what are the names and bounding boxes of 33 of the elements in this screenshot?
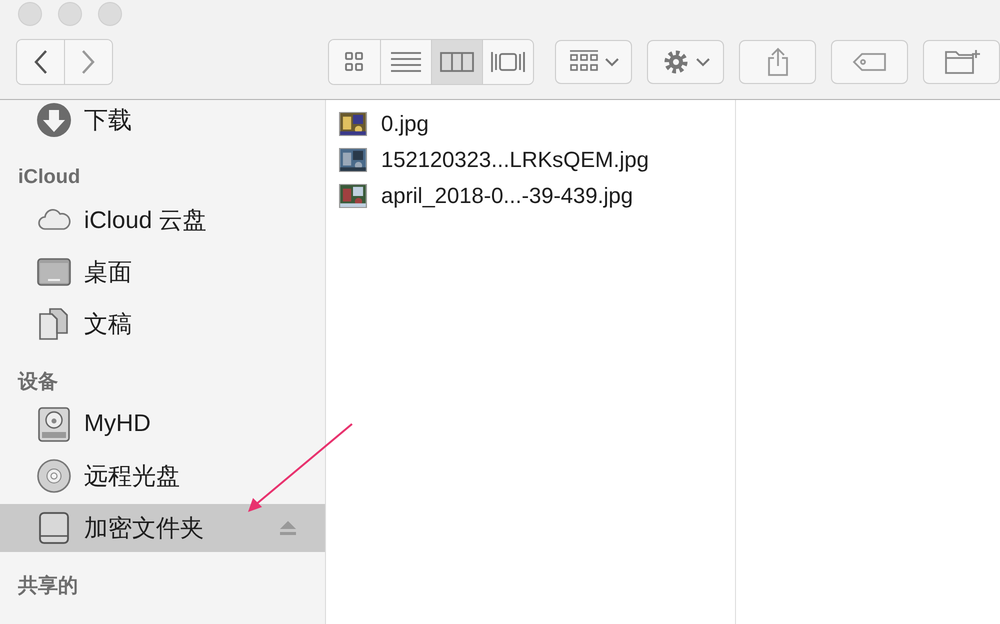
sidebar-item[interactable]: 桌面 [0, 248, 325, 296]
caret-icon [696, 57, 710, 67]
sidebar-item[interactable]: iCloud 云盘 [0, 196, 325, 244]
section-header: 共享的 [17, 574, 79, 598]
disc-icon [36, 458, 72, 494]
sidebar-item[interactable]: 加密文件夹 [0, 504, 325, 552]
sidebar-item[interactable]: MyHD [0, 400, 325, 448]
caret-icon [604, 57, 618, 67]
new-folder-button[interactable] [923, 40, 1000, 84]
columns-icon [438, 49, 475, 75]
forward-icon [80, 49, 96, 75]
tag-button[interactable] [831, 40, 908, 84]
eject-icon[interactable] [279, 520, 297, 536]
new-folder-icon [944, 48, 980, 76]
tag-icon [852, 52, 888, 72]
view-button[interactable] [482, 40, 533, 84]
arrange-button[interactable] [555, 40, 632, 84]
view-button[interactable] [430, 40, 482, 84]
sidebar-item[interactable]: 文稿 [0, 300, 325, 348]
drive-icon [36, 510, 72, 546]
section-header: iCloud [17, 164, 82, 190]
back-icon [32, 49, 49, 75]
sidebar-item[interactable]: 下载 [0, 100, 325, 144]
gallery-icon [490, 49, 526, 75]
action-button[interactable] [647, 40, 724, 84]
share-button[interactable] [739, 40, 816, 84]
gear-icon [662, 48, 690, 76]
share-icon [766, 47, 790, 77]
file-row[interactable]: april_2018-0...-39-439.jpg [326, 178, 735, 214]
sidebar-item[interactable]: 远程光盘 [0, 452, 325, 500]
file-row[interactable]: 0.jpg [326, 106, 735, 142]
file-row[interactable]: 152120323...LRKsQEM.jpg [326, 142, 735, 178]
section-header: 设备 [16, 370, 59, 394]
